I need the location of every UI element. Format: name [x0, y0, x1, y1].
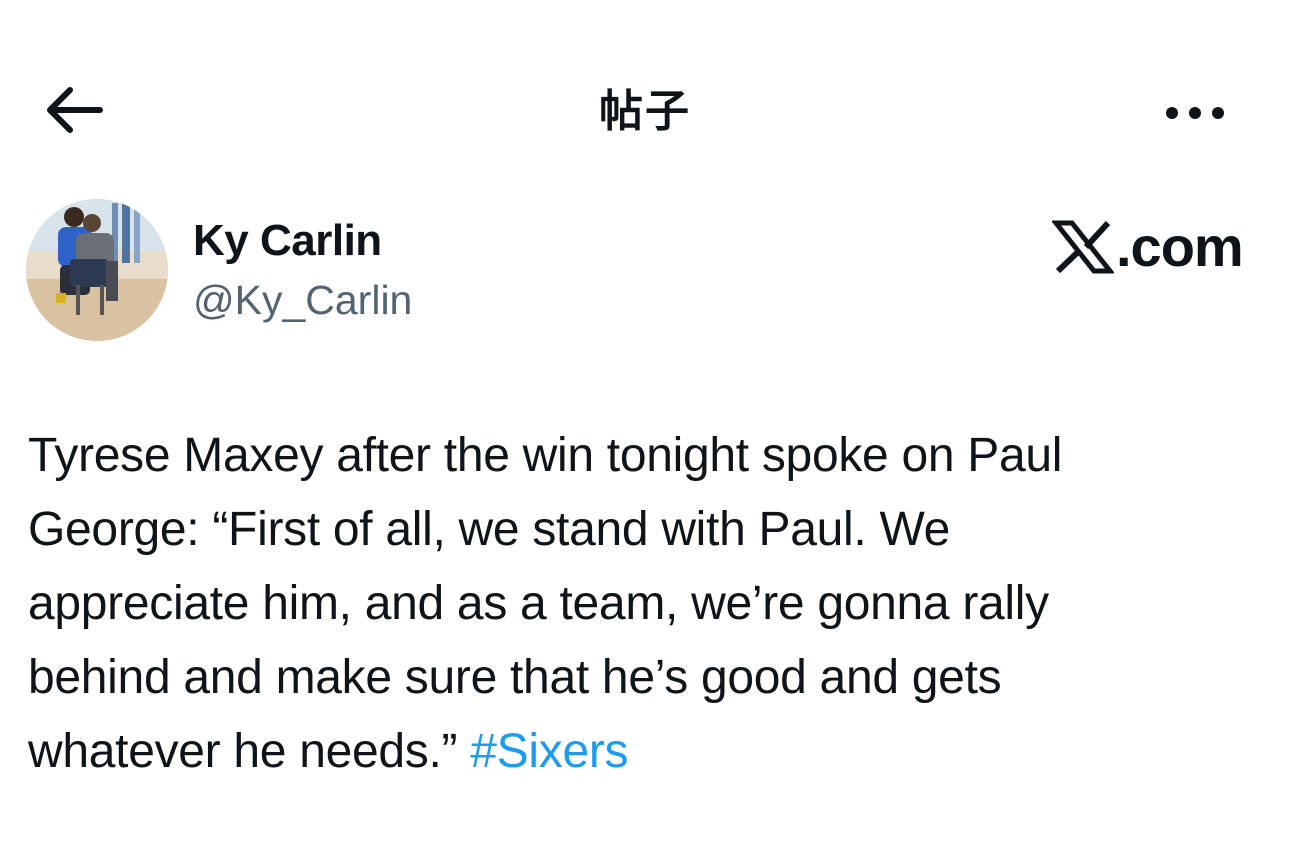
post-text: Tyrese Maxey after the win tonight spoke… [28, 419, 1268, 789]
author-handle[interactable]: @Ky_Carlin [193, 275, 412, 325]
post-line-last: whatever he needs.” #Sixers [28, 715, 1268, 789]
author-header: Ky Carlin @Ky_Carlin .com [0, 195, 1290, 345]
hashtag-link[interactable]: #Sixers [470, 725, 628, 778]
brand-text: .com [1116, 215, 1244, 278]
page-title: 帖子 [599, 87, 691, 136]
more-options-button[interactable] [1160, 88, 1230, 138]
author-display-name[interactable]: Ky Carlin [193, 215, 382, 267]
avatar-photo [26, 199, 168, 341]
post-line: appreciate him, and as a team, we’re gon… [28, 577, 1049, 630]
avatar[interactable] [26, 199, 168, 341]
more-horizontal-icon [1160, 88, 1230, 138]
x-logo-icon [1052, 219, 1114, 275]
x-com-brand[interactable]: .com [1052, 215, 1244, 278]
top-bar: 帖子 [0, 60, 1290, 160]
post-line: behind and make sure that he’s good and … [28, 651, 1002, 704]
post-line: Tyrese Maxey after the win tonight spoke… [28, 429, 1063, 482]
post-line: whatever he needs.” [28, 725, 471, 778]
post-line: George: “First of all, we stand with Pau… [28, 503, 950, 556]
